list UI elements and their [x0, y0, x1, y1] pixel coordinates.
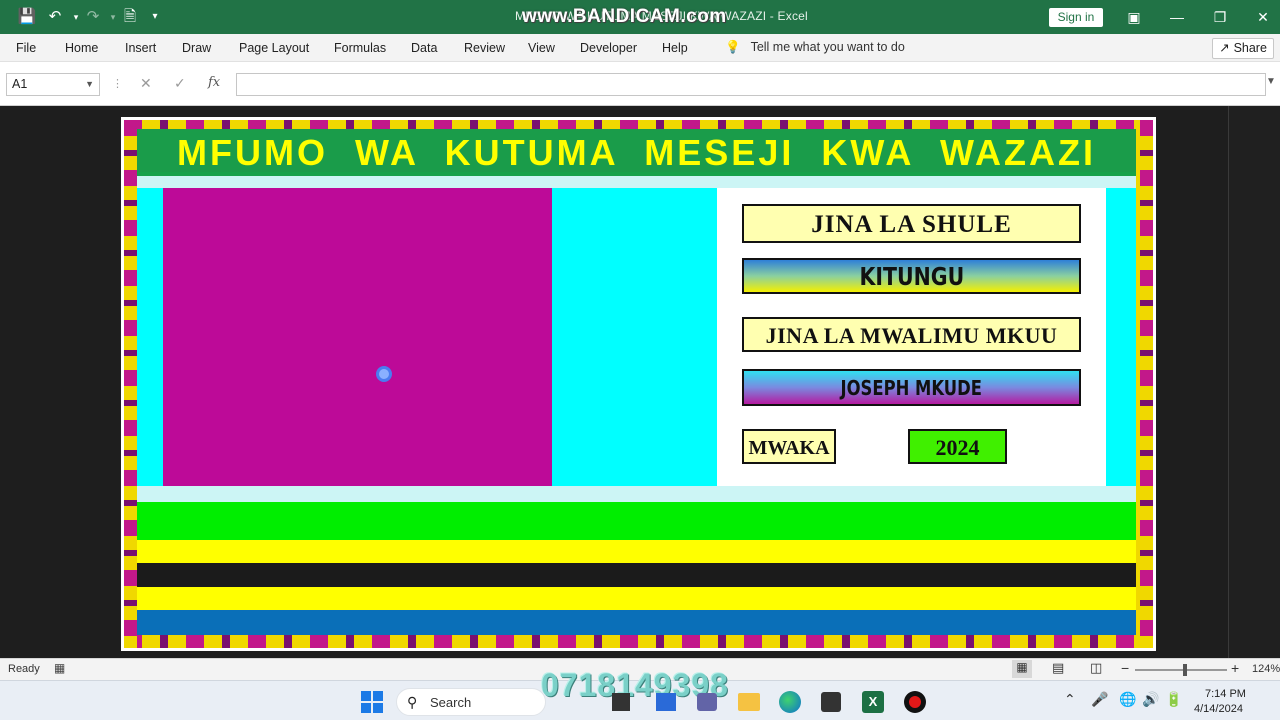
title-band: MFUMO WA KUTUMA MESEJI KWA WAZAZI [137, 129, 1136, 176]
tab-file[interactable]: File [16, 41, 36, 55]
sheet-margin [1228, 106, 1280, 658]
page-layout-view-icon[interactable]: ▤ [1052, 660, 1064, 676]
accessibility-icon[interactable]: ▦ [54, 661, 65, 675]
tab-insert[interactable]: Insert [125, 41, 156, 55]
flag-stripe-yellow-top [137, 540, 1136, 563]
tab-formulas[interactable]: Formulas [334, 41, 386, 55]
school-value-text: KITUNGU [859, 262, 964, 291]
windows-start-icon[interactable] [361, 691, 383, 713]
chevron-up-icon[interactable]: ⌃ [1064, 691, 1076, 708]
mouse-cursor-icon [376, 366, 392, 382]
task-view-icon[interactable] [612, 693, 630, 711]
clock-time[interactable]: 7:14 PM [1205, 688, 1246, 700]
zoom-level[interactable]: 124% [1252, 663, 1280, 675]
formula-input[interactable] [236, 73, 1266, 96]
excel-icon[interactable]: X [862, 691, 884, 713]
status-text: Ready [8, 663, 40, 675]
lightbulb-icon: 💡 [725, 40, 741, 54]
tab-home[interactable]: Home [65, 41, 98, 55]
year-label: MWAKA [742, 429, 836, 464]
ribbon-display-options-icon[interactable]: ▣ [1119, 6, 1149, 28]
taskbar: ⚲ Search 0718149398 X ⌃ 🎤 🌐 🔊 🔋 7:14 PM … [0, 667, 1280, 720]
network-icon[interactable]: 🌐 [1119, 691, 1136, 708]
share-label: Share [1233, 41, 1267, 55]
sign-in-button[interactable]: Sign in [1049, 8, 1103, 27]
head-teacher-label: JINA LA MWALIMU MKUU [742, 317, 1081, 352]
zoom-slider-thumb[interactable] [1183, 664, 1187, 676]
dashboard: MFUMO WA KUTUMA MESEJI KWA WAZAZI JINA L… [121, 117, 1156, 651]
undo-icon[interactable]: ↶ [45, 8, 65, 26]
volume-icon[interactable]: 🔊 [1142, 691, 1159, 708]
zoom-slider[interactable] [1135, 664, 1227, 676]
restore-icon[interactable]: ❐ [1205, 6, 1235, 28]
info-panel: JINA LA SHULE KITUNGU JINA LA MWALIMU MK… [717, 188, 1106, 486]
tab-view[interactable]: View [528, 41, 555, 55]
bandicam-record-icon[interactable] [904, 691, 926, 713]
zoom-out-icon[interactable]: − [1121, 660, 1129, 676]
search-icon: ⚲ [407, 694, 418, 710]
formula-bar: A1 ▼ ⋮ ✕ ✓ fx ▼ [0, 62, 1280, 106]
image-placeholder[interactable] [163, 188, 552, 486]
dashboard-title: MFUMO WA KUTUMA MESEJI KWA WAZAZI [177, 132, 1096, 173]
store-icon[interactable] [821, 692, 841, 712]
formula-bar-grip-icon: ⋮ [112, 78, 123, 90]
tab-draw[interactable]: Draw [182, 41, 211, 55]
school-value[interactable]: KITUNGU [742, 258, 1081, 294]
battery-icon[interactable]: 🔋 [1165, 691, 1182, 708]
print-preview-icon[interactable]: 🗎 [120, 8, 140, 26]
close-icon[interactable]: ✕ [1248, 6, 1278, 28]
share-button[interactable]: ↗ Share [1212, 38, 1274, 59]
tell-me-search[interactable]: 💡 Tell me what you want to do [725, 40, 905, 55]
name-box[interactable]: A1 ▼ [6, 73, 100, 96]
name-box-value: A1 [12, 77, 28, 91]
chevron-down-icon[interactable]: ▼ [85, 74, 94, 95]
customize-toolbar-icon[interactable]: ▾ [145, 8, 165, 26]
year-value[interactable]: 2024 [908, 429, 1007, 464]
taskbar-search[interactable]: ⚲ Search [396, 688, 546, 716]
expand-formula-bar-icon[interactable]: ▼ [1266, 76, 1276, 87]
flag-stripe-yellow-bottom [137, 587, 1136, 610]
title-bar: 💾 ↶ ▾ ↷ ▾ 🗎 ▾ MFUMO WA KUTUMA MESEJI KWA… [0, 0, 1280, 34]
search-label: Search [430, 695, 472, 710]
clock-date[interactable]: 4/14/2024 [1194, 703, 1243, 715]
flag-stripe-green [137, 502, 1136, 540]
bandicam-watermark: www.BANDICAM.com [522, 6, 727, 27]
cyan-right-strip [1106, 188, 1136, 486]
microphone-icon[interactable]: 🎤 [1091, 691, 1108, 708]
insert-function-icon[interactable]: fx [208, 75, 220, 90]
cancel-icon[interactable]: ✕ [140, 75, 152, 92]
enter-icon[interactable]: ✓ [174, 75, 186, 92]
tell-me-label: Tell me what you want to do [750, 40, 905, 54]
tab-data[interactable]: Data [411, 41, 437, 55]
tab-help[interactable]: Help [662, 41, 688, 55]
school-label: JINA LA SHULE [742, 204, 1081, 243]
save-icon[interactable]: 💾 [17, 8, 37, 26]
redo-icon[interactable]: ↷ [83, 8, 103, 26]
head-teacher-value[interactable]: JOSEPH MKUDE [742, 369, 1081, 406]
edge-icon[interactable] [779, 691, 801, 713]
tab-page-layout[interactable]: Page Layout [239, 41, 309, 55]
normal-view-icon[interactable]: ▦ [1012, 660, 1032, 678]
zoom-in-icon[interactable]: + [1231, 660, 1239, 676]
flag-stripe-black [137, 563, 1136, 587]
head-teacher-value-text: JOSEPH MKUDE [840, 376, 983, 400]
flag-stripe-blue [137, 610, 1136, 635]
file-explorer-icon[interactable] [738, 693, 760, 711]
tab-developer[interactable]: Developer [580, 41, 637, 55]
share-icon: ↗ [1219, 41, 1230, 55]
widgets-icon[interactable] [656, 693, 676, 711]
teams-icon[interactable] [697, 693, 717, 711]
tab-review[interactable]: Review [464, 41, 505, 55]
minimize-icon[interactable]: — [1162, 6, 1192, 28]
page-break-view-icon[interactable]: ◫ [1090, 660, 1102, 676]
ribbon-tabs: File Home Insert Draw Page Layout Formul… [0, 34, 1280, 62]
dashboard-inner: MFUMO WA KUTUMA MESEJI KWA WAZAZI JINA L… [137, 129, 1136, 635]
